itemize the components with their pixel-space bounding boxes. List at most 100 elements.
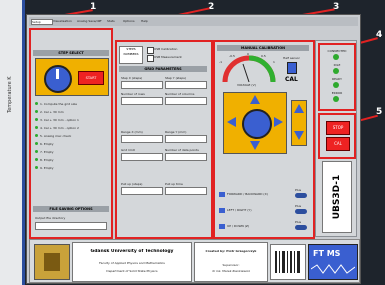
step-list: 1. Compute the grid size 2. Cal + 30 mm … <box>35 102 107 180</box>
step-select-title: STEP SELECT <box>33 50 109 56</box>
field-label-4: Number of columns <box>165 92 195 96</box>
step-led-9 <box>35 166 38 169</box>
field-label-6: Range Y (mm) <box>165 130 187 134</box>
university-logo <box>34 244 70 280</box>
status-led-1 <box>333 54 339 60</box>
arrow-right-icon[interactable] <box>274 117 283 127</box>
author-box: Created by: Piotr Grzegorczyk Supervisor… <box>194 242 268 282</box>
university-title: Gdansk University of Technology <box>90 249 174 254</box>
arrow-left-icon[interactable] <box>227 117 236 127</box>
usb-calibration-checkbox[interactable] <box>147 47 154 54</box>
manual-calibration-title: MANUAL CALIBRATION <box>217 45 309 51</box>
status-label-2: IDLE <box>333 63 341 67</box>
tab-bar: Setup Visualisation Analog Save/diff Sta… <box>29 17 358 26</box>
field-input-6[interactable] <box>165 135 207 143</box>
control-icon-3[interactable] <box>219 224 225 229</box>
calibrate-button[interactable]: CAL <box>326 137 350 151</box>
tab-analog-save[interactable]: Analog Save/diff <box>77 19 105 23</box>
field-label-1: Step X (steps) <box>121 76 143 80</box>
field-input-8[interactable] <box>165 153 207 161</box>
arrow-down-icon[interactable] <box>250 141 260 150</box>
control-label-3: UP / DOWN (Z) <box>227 224 250 228</box>
step-led-8 <box>35 158 38 161</box>
blue-bracket <box>22 0 25 285</box>
tab-stats[interactable]: Stats <box>107 19 121 23</box>
control-label-2: LEFT / RIGHT (Y) <box>227 208 252 212</box>
field-input-4[interactable] <box>165 97 207 105</box>
tab-help[interactable]: Help <box>141 19 155 23</box>
callout-3: 3 <box>333 2 340 12</box>
stop-box: STOP CAL <box>318 113 356 159</box>
halfsensor-label: Half sensor <box>283 56 300 60</box>
status-led-4 <box>333 96 339 102</box>
field-label-10: Pull up time <box>165 182 183 186</box>
step-led-5 <box>35 134 38 137</box>
jog-center[interactable] <box>242 109 272 139</box>
stop-button[interactable]: STOP <box>326 121 350 135</box>
barcode-svg <box>275 251 300 273</box>
plus-button-1[interactable] <box>295 193 307 198</box>
cal-label: CAL <box>285 76 298 83</box>
step-item-5: 5. Analog mac check <box>40 134 72 138</box>
university-faculty: Faculty of Applied Physics and Mathemati… <box>99 261 165 265</box>
field-input-2[interactable] <box>165 81 207 89</box>
gauge-needle <box>242 63 250 83</box>
step-item-8: 8. Empty <box>40 158 54 162</box>
tab-setup[interactable]: Setup <box>31 19 53 25</box>
step-item-7: 7. Empty <box>40 150 54 154</box>
field-input-9[interactable] <box>121 187 163 195</box>
plus-button-2[interactable] <box>295 209 307 214</box>
field-input-5[interactable] <box>121 135 163 143</box>
z-down-icon[interactable] <box>294 131 304 140</box>
panel-manual-calibration: MANUAL CALIBRATION -1 -0.5 0 0.5 1 VOLTA… <box>213 40 315 239</box>
step-item-9: 9. Empty <box>40 166 54 170</box>
file-dir-label: Output file directory <box>35 216 66 220</box>
panel-status: CONNECTED IDLE READY ERROR STOP CAL UBS3… <box>315 40 357 237</box>
field-input-7[interactable] <box>121 153 163 161</box>
app-window: Setup Visualisation Analog Save/diff Sta… <box>26 14 361 284</box>
brand-label: UBS3D-1 <box>332 174 342 220</box>
ftms-logo-text: FT MS <box>313 249 341 258</box>
plus-button-3[interactable] <box>295 225 307 230</box>
halfsensor-toggle[interactable] <box>287 62 297 74</box>
usb-measurement-label: USB Measurement <box>154 55 182 59</box>
field-input-3[interactable] <box>121 97 163 105</box>
step-led-1 <box>35 102 38 105</box>
tab-visualisation[interactable]: Visualisation <box>53 19 75 23</box>
voltage-gauge: -1 -0.5 0 0.5 1 VOLTAGE (V) <box>219 52 279 88</box>
university-box: Gdansk University of Technology Faculty … <box>72 242 192 282</box>
footer: Gdansk University of Technology Faculty … <box>29 239 360 283</box>
status-box: CONNECTED IDLE READY ERROR <box>318 43 356 111</box>
supervisor-name: dr inz. Marek Zienkiewicz <box>211 269 250 273</box>
status-led-2 <box>333 68 339 74</box>
field-input-10[interactable] <box>165 187 207 195</box>
control-icon-2[interactable] <box>219 208 225 213</box>
knob-indicator <box>56 69 59 79</box>
university-department: Department of Solid State Physics <box>106 269 158 273</box>
step-knob-area: START <box>35 58 109 96</box>
barcode-box <box>270 244 306 280</box>
tab-options[interactable]: Options <box>123 19 139 23</box>
file-dir-input[interactable] <box>35 222 107 230</box>
arrow-up-icon[interactable] <box>250 95 260 104</box>
step-knob[interactable] <box>44 65 72 93</box>
plus-label-1: Plus <box>295 188 302 192</box>
field-label-2: Step Y (steps) <box>165 76 186 80</box>
jog-pad <box>223 92 287 154</box>
status-label-3: READY <box>331 77 342 81</box>
status-led-3 <box>333 82 339 88</box>
step-item-2: 2. Cal + 30 mm <box>40 110 64 114</box>
file-options-title: FILE SAVING OPTIONS <box>33 206 109 212</box>
panel-grid-parameters: STEPS NUMBERS USB Calibration USB Measur… <box>115 40 213 239</box>
step-led-2 <box>35 110 38 113</box>
field-label-7: Grid limit <box>121 148 135 152</box>
field-input-1[interactable] <box>121 81 163 89</box>
control-icon-1[interactable] <box>219 192 225 197</box>
gauge-tick-5: 1 <box>273 60 275 64</box>
gauge-arc-green <box>248 55 276 83</box>
author-label: Created by: Piotr Grzegorczyk <box>205 249 257 253</box>
usb-measurement-checkbox[interactable] <box>147 55 154 62</box>
plus-label-3: Plus <box>295 220 302 224</box>
start-button[interactable]: START <box>78 71 104 85</box>
z-up-icon[interactable] <box>294 104 304 113</box>
